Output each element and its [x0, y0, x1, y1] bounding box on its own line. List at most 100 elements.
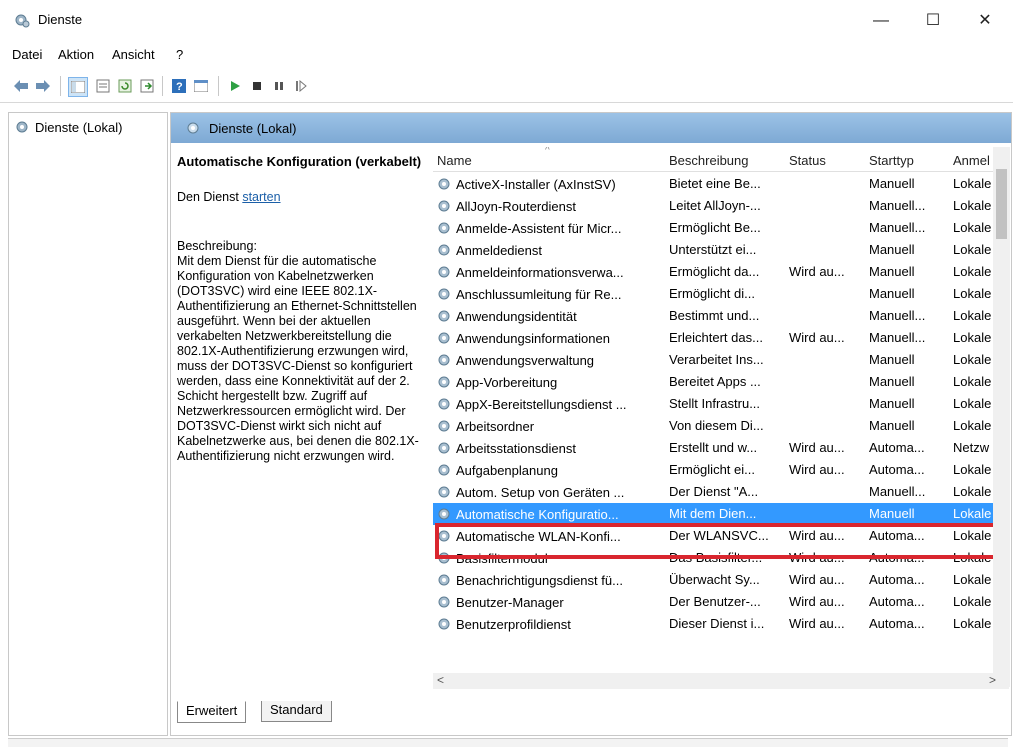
service-name: AppX-Bereitstellungsdienst ... — [456, 396, 627, 412]
back-icon[interactable] — [12, 77, 30, 95]
cell-start: Automa... — [869, 572, 925, 587]
column-description[interactable]: Beschreibung — [669, 153, 749, 168]
table-row[interactable]: Benutzerprofildienst Dieser Dienst i... Wi… — [433, 613, 1003, 635]
console-tree-icon[interactable] — [68, 77, 88, 97]
cell-name: App-Vorbereitung — [437, 374, 663, 390]
service-name: Anmeldeinformationsverwa... — [456, 264, 624, 280]
cell-name: Autom. Setup von Geräten ... — [437, 484, 663, 500]
cell-name: Anwendungsverwaltung — [437, 352, 663, 368]
cell-start: Manuell — [869, 264, 915, 279]
description-label: Beschreibung: — [177, 239, 257, 253]
restart-icon[interactable] — [292, 77, 310, 95]
cell-desc: Von diesem Di... — [669, 418, 764, 433]
cell-name: Anwendungsinformationen — [437, 330, 663, 346]
forward-icon[interactable] — [34, 77, 52, 95]
export-icon[interactable] — [138, 77, 156, 95]
service-name: Anmelde-Assistent für Micr... — [456, 220, 622, 236]
cell-desc: Ermöglicht ei... — [669, 462, 755, 477]
cell-start: Manuell... — [869, 220, 926, 235]
scroll-right-icon[interactable]: > — [989, 673, 996, 687]
column-logon[interactable]: Anmel — [953, 153, 990, 168]
table-row[interactable]: App-Vorbereitung Bereitet Apps ... Manuell… — [433, 371, 1003, 393]
cell-status: Wird au... — [789, 616, 845, 631]
tab-erweitert[interactable]: Erweitert — [177, 701, 247, 723]
refresh-icon[interactable] — [116, 77, 134, 95]
cell-name: Arbeitsordner — [437, 418, 663, 434]
table-row[interactable]: Anwendungsinformationen Erleichtert das..… — [433, 327, 1003, 349]
cell-name: ActiveX-Installer (AxInstSV) — [437, 176, 663, 192]
cell-desc: Ermöglicht di... — [669, 286, 755, 301]
start-service-link[interactable]: starten — [242, 190, 280, 204]
column-starttype[interactable]: Starttyp — [869, 153, 914, 168]
service-name: Benutzerprofildienst — [456, 616, 571, 632]
services-pane: Dienste (Lokal) Automatische Konfigurati… — [170, 112, 1012, 736]
window-title: Dienste — [38, 12, 83, 27]
service-name: Anwendungsverwaltung — [456, 352, 595, 368]
table-row[interactable]: Anwendungsverwaltung Verarbeitet Ins... Ma… — [433, 349, 1003, 371]
table-row[interactable]: Autom. Setup von Geräten ... Der Dienst "… — [433, 481, 1003, 503]
tab-standard[interactable]: Standard — [261, 701, 332, 722]
cell-status: Wird au... — [789, 594, 845, 609]
cell-name: Benutzerprofildienst — [437, 616, 663, 632]
service-gear-icon — [438, 398, 450, 410]
status-bar — [8, 738, 1008, 747]
cell-desc: Verarbeitet Ins... — [669, 352, 764, 367]
menu-datei[interactable]: Datei — [12, 47, 42, 62]
horizontal-scrollbar[interactable]: < > — [433, 673, 1009, 689]
table-row-selected[interactable]: Automatische Konfiguratio... Mit dem Dien… — [433, 503, 1003, 525]
cell-status: Wird au... — [789, 440, 845, 455]
stop-icon[interactable] — [248, 77, 266, 95]
cell-name: AppX-Bereitstellungsdienst ... — [437, 396, 663, 412]
help-icon[interactable]: ? — [170, 77, 188, 95]
table-row[interactable]: Benutzer-Manager Der Benutzer-... Wird au.… — [433, 591, 1003, 613]
scrollbar-thumb[interactable] — [996, 169, 1007, 239]
table-row[interactable]: Arbeitsordner Von diesem Di... Manuell Loka… — [433, 415, 1003, 437]
vertical-scrollbar[interactable] — [993, 147, 1010, 687]
view-list-icon[interactable] — [192, 77, 210, 95]
service-gear-icon — [438, 178, 450, 190]
play-icon[interactable] — [226, 77, 244, 95]
cell-start: Manuell... — [869, 198, 926, 213]
column-name[interactable]: Name — [437, 153, 472, 168]
table-row[interactable]: Arbeitsstationsdienst Erstellt und w... Wi… — [433, 437, 1003, 459]
service-gear-icon — [438, 200, 450, 212]
close-button[interactable]: ✕ — [962, 6, 1008, 36]
scroll-left-icon[interactable]: < — [437, 673, 444, 687]
minimize-button[interactable]: — — [858, 6, 904, 36]
cell-start: Manuell... — [869, 484, 926, 499]
tree-item-label: Dienste (Lokal) — [35, 119, 123, 135]
menu-help[interactable]: ? — [176, 47, 183, 62]
table-row[interactable]: AppX-Bereitstellungsdienst ... Stellt Inf… — [433, 393, 1003, 415]
table-row[interactable]: Aufgabenplanung Ermöglicht ei... Wird au..… — [433, 459, 1003, 481]
service-name: Anmeldedienst — [456, 242, 542, 258]
table-row[interactable]: Anmeldeinformationsverwa... Ermöglicht da… — [433, 261, 1003, 283]
service-gear-icon — [438, 464, 450, 476]
cell-start: Manuell... — [869, 308, 926, 323]
service-name: Benachrichtigungsdienst fü... — [456, 572, 623, 588]
service-name: ActiveX-Installer (AxInstSV) — [456, 176, 616, 192]
cell-desc: Unterstützt ei... — [669, 242, 757, 257]
table-row[interactable]: Anschlussumleitung für Re... Ermöglicht d… — [433, 283, 1003, 305]
pause-icon[interactable] — [270, 77, 288, 95]
maximize-button[interactable]: ☐ — [910, 6, 956, 36]
table-row[interactable]: Benachrichtigungsdienst fü... Überwacht S… — [433, 569, 1003, 591]
table-row[interactable]: Anmelde-Assistent für Micr... Ermöglicht … — [433, 217, 1003, 239]
properties-icon[interactable] — [94, 77, 112, 95]
service-name: Anwendungsinformationen — [456, 330, 610, 346]
table-row[interactable]: ActiveX-Installer (AxInstSV) Bietet eine … — [433, 173, 1003, 195]
menu-aktion[interactable]: Aktion — [58, 47, 94, 62]
cell-start: Manuell — [869, 374, 915, 389]
cell-name: Anwendungsidentität — [437, 308, 663, 324]
table-row[interactable]: AllJoyn-Routerdienst Leitet AllJoyn-... Ma… — [433, 195, 1003, 217]
menu-ansicht[interactable]: Ansicht — [112, 47, 155, 62]
column-status[interactable]: Status — [789, 153, 826, 168]
services-gear-icon — [187, 122, 199, 134]
cell-desc: Leitet AllJoyn-... — [669, 198, 761, 213]
tree-item-services-local[interactable]: Dienste (Lokal) — [15, 119, 122, 135]
cell-start: Manuell — [869, 396, 915, 411]
cell-name: Anschlussumleitung für Re... — [437, 286, 663, 302]
service-gear-icon — [438, 486, 450, 498]
table-row[interactable]: Anwendungsidentität Bestimmt und... Manuel… — [433, 305, 1003, 327]
description-body: Mit dem Dienst für die automatische Konf… — [177, 254, 419, 463]
table-row[interactable]: Anmeldedienst Unterstützt ei... Manuell Lok… — [433, 239, 1003, 261]
